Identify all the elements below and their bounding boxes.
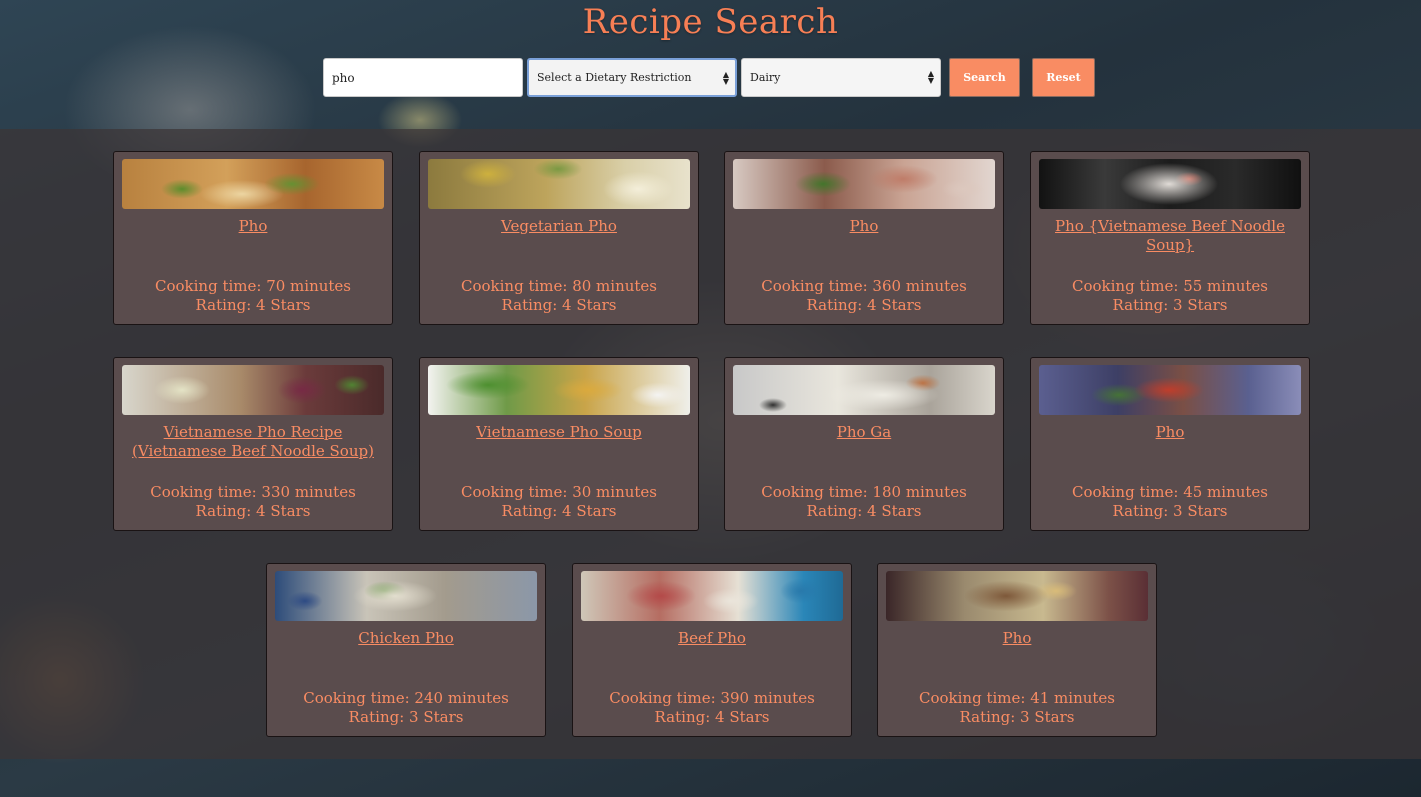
dietary-restriction-value: Select a Dietary Restriction xyxy=(537,71,692,84)
cooking-time: Cooking time: 330 minutes xyxy=(150,483,356,501)
rating: Rating: 4 Stars xyxy=(806,502,922,520)
allergy-select[interactable]: Dairy ▲ ▼ xyxy=(741,58,941,97)
recipe-card: Pho {Vietnamese Beef Noodle Soup} Cookin… xyxy=(1030,151,1310,325)
cooking-time: Cooking time: 55 minutes xyxy=(1071,277,1268,295)
recipe-image[interactable] xyxy=(1039,365,1301,415)
recipe-title[interactable]: Beef Pho xyxy=(581,629,843,648)
cooking-time: Cooking time: 41 minutes xyxy=(918,689,1115,707)
rating: Rating: 3 Stars xyxy=(1112,502,1228,520)
recipe-title[interactable]: Pho xyxy=(733,217,995,236)
recipe-title[interactable]: Pho xyxy=(122,217,384,236)
recipe-card: Pho Cooking time: 70 minutes Rating: 4 S… xyxy=(113,151,393,325)
rating: Rating: 3 Stars xyxy=(959,708,1075,726)
allergy-value: Dairy xyxy=(750,71,781,84)
rating: Rating: 4 Stars xyxy=(501,502,617,520)
recipe-card: Vietnamese Pho Recipe (Vietnamese Beef N… xyxy=(113,357,393,531)
recipe-title[interactable]: Chicken Pho xyxy=(275,629,537,648)
cooking-time: Cooking time: 30 minutes xyxy=(460,483,657,501)
recipe-meta: Cooking time: 330 minutes Rating: 4 Star… xyxy=(114,483,392,521)
search-button[interactable]: Search xyxy=(949,58,1020,97)
recipe-card: Beef Pho Cooking time: 390 minutes Ratin… xyxy=(572,563,852,737)
cooking-time: Cooking time: 360 minutes xyxy=(761,277,967,295)
cooking-time: Cooking time: 80 minutes xyxy=(460,277,657,295)
reset-button[interactable]: Reset xyxy=(1032,58,1095,97)
recipe-meta: Cooking time: 70 minutes Rating: 4 Stars xyxy=(114,277,392,315)
rating: Rating: 4 Stars xyxy=(806,296,922,314)
recipe-title[interactable]: Pho xyxy=(886,629,1148,648)
results-panel: Pho Cooking time: 70 minutes Rating: 4 S… xyxy=(0,129,1421,759)
recipe-meta: Cooking time: 390 minutes Rating: 4 Star… xyxy=(573,689,851,727)
recipe-image[interactable] xyxy=(886,571,1148,621)
recipe-title[interactable]: Pho Ga xyxy=(733,423,995,442)
recipe-card: Pho Ga Cooking time: 180 minutes Rating:… xyxy=(724,357,1004,531)
rating: Rating: 4 Stars xyxy=(195,502,311,520)
recipe-meta: Cooking time: 41 minutes Rating: 3 Stars xyxy=(878,689,1156,727)
page-title: Recipe Search xyxy=(582,2,839,42)
cooking-time: Cooking time: 70 minutes xyxy=(154,277,351,295)
recipe-image[interactable] xyxy=(122,365,384,415)
cooking-time: Cooking time: 45 minutes xyxy=(1071,483,1268,501)
recipe-meta: Cooking time: 30 minutes Rating: 4 Stars xyxy=(420,483,698,521)
recipe-meta: Cooking time: 180 minutes Rating: 4 Star… xyxy=(725,483,1003,521)
recipe-image[interactable] xyxy=(1039,159,1301,209)
recipe-image[interactable] xyxy=(581,571,843,621)
recipe-meta: Cooking time: 55 minutes Rating: 3 Stars xyxy=(1031,277,1309,315)
cooking-time: Cooking time: 240 minutes xyxy=(303,689,509,707)
rating: Rating: 3 Stars xyxy=(1112,296,1228,314)
recipe-title[interactable]: Pho xyxy=(1039,423,1301,442)
recipe-card: Vegetarian Pho Cooking time: 80 minutes … xyxy=(419,151,699,325)
header: Recipe Search Select a Dietary Restricti… xyxy=(0,0,1421,129)
recipe-card: Vietnamese Pho Soup Cooking time: 30 min… xyxy=(419,357,699,531)
rating: Rating: 3 Stars xyxy=(348,708,464,726)
recipe-meta: Cooking time: 360 minutes Rating: 4 Star… xyxy=(725,277,1003,315)
footer-background xyxy=(0,759,1421,797)
select-arrows-icon: ▲ ▼ xyxy=(722,70,729,86)
recipe-title[interactable]: Pho {Vietnamese Beef Noodle Soup} xyxy=(1039,217,1301,255)
recipe-meta: Cooking time: 240 minutes Rating: 3 Star… xyxy=(267,689,545,727)
recipe-card: Pho Cooking time: 45 minutes Rating: 3 S… xyxy=(1030,357,1310,531)
cooking-time: Cooking time: 180 minutes xyxy=(761,483,967,501)
recipe-image[interactable] xyxy=(733,159,995,209)
recipe-meta: Cooking time: 45 minutes Rating: 3 Stars xyxy=(1031,483,1309,521)
recipe-image[interactable] xyxy=(275,571,537,621)
cooking-time: Cooking time: 390 minutes xyxy=(609,689,815,707)
rating: Rating: 4 Stars xyxy=(654,708,770,726)
recipe-card: Pho Cooking time: 41 minutes Rating: 3 S… xyxy=(877,563,1157,737)
recipe-meta: Cooking time: 80 minutes Rating: 4 Stars xyxy=(420,277,698,315)
recipe-image[interactable] xyxy=(428,365,690,415)
recipe-image[interactable] xyxy=(428,159,690,209)
select-arrows-icon: ▲ ▼ xyxy=(927,69,934,85)
recipe-image[interactable] xyxy=(122,159,384,209)
recipe-title[interactable]: Vegetarian Pho xyxy=(428,217,690,236)
search-input[interactable] xyxy=(323,58,523,97)
recipe-card: Chicken Pho Cooking time: 240 minutes Ra… xyxy=(266,563,546,737)
dietary-restriction-select[interactable]: Select a Dietary Restriction ▲ ▼ xyxy=(527,58,737,97)
rating: Rating: 4 Stars xyxy=(195,296,311,314)
recipe-title[interactable]: Vietnamese Pho Recipe (Vietnamese Beef N… xyxy=(122,423,384,461)
rating: Rating: 4 Stars xyxy=(501,296,617,314)
recipe-title[interactable]: Vietnamese Pho Soup xyxy=(428,423,690,442)
recipe-card: Pho Cooking time: 360 minutes Rating: 4 … xyxy=(724,151,1004,325)
recipe-image[interactable] xyxy=(733,365,995,415)
